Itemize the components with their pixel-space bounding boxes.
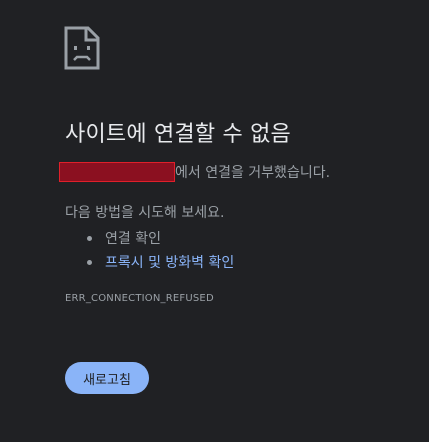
page-title: 사이트에 연결할 수 없음 xyxy=(65,122,291,147)
error-code: ERR_CONNECTION_REFUSED xyxy=(65,293,214,304)
suggestion-link[interactable]: 프록시 및 방화벽 확인 xyxy=(105,252,234,272)
suggestion-check-connection: 연결 확인 xyxy=(87,226,234,250)
refused-text: 에서 연결을 거부했습니다. xyxy=(175,165,331,181)
refused-message: 에서 연결을 거부했습니다. xyxy=(59,161,330,183)
error-page: 사이트에 연결할 수 없음 에서 연결을 거부했습니다. 다음 방법을 시도해 … xyxy=(0,0,429,442)
suggestion-check-proxy-firewall[interactable]: 프록시 및 방화벽 확인 xyxy=(87,250,234,274)
bullet-icon xyxy=(87,259,92,265)
sad-page-icon xyxy=(64,26,100,70)
suggestions-list: 연결 확인 프록시 및 방화벽 확인 xyxy=(87,226,234,274)
redacted-hostname xyxy=(59,162,175,182)
bullet-icon xyxy=(87,235,92,241)
reload-button[interactable]: 새로고침 xyxy=(65,362,149,394)
suggestions-heading: 다음 방법을 시도해 보세요. xyxy=(65,205,225,221)
suggestion-label: 연결 확인 xyxy=(105,231,161,247)
